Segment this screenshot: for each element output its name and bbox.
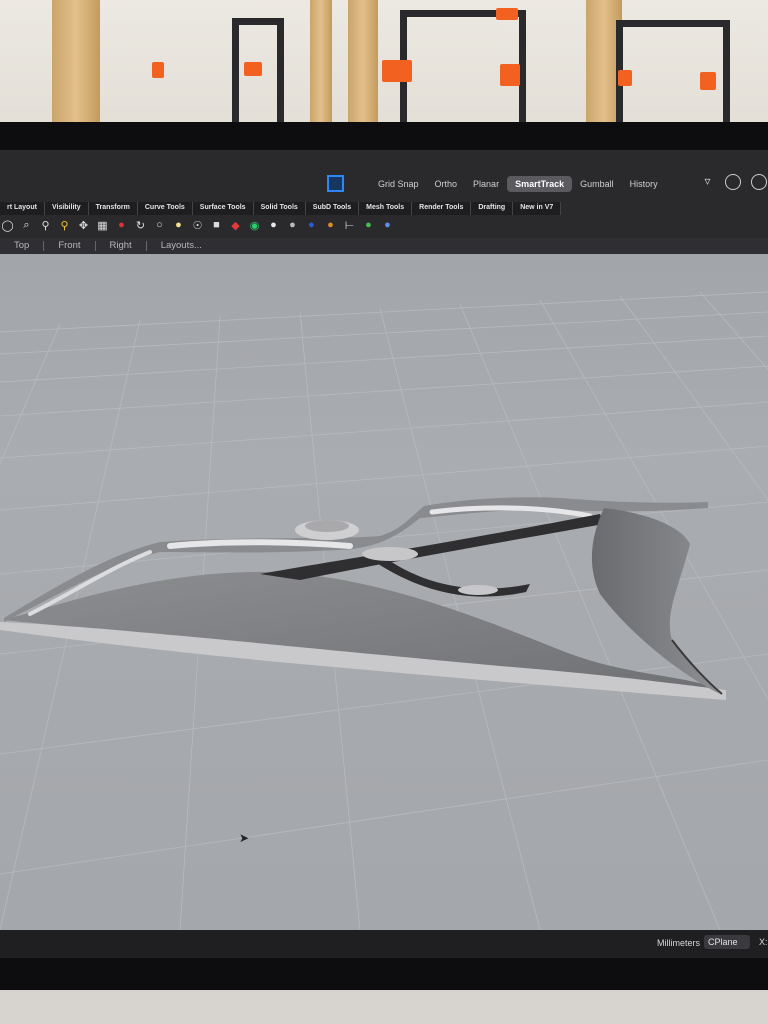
blue-sphere-icon[interactable]: ●	[304, 218, 319, 233]
toolbar-tabs: rt Layout Visibility Transform Curve Too…	[0, 202, 768, 215]
tab-new-in-v7[interactable]: New in V7	[513, 202, 562, 215]
tab-mesh-tools[interactable]: Mesh Tools	[359, 202, 413, 215]
wooden-beam	[52, 0, 100, 130]
viewport-canvas	[0, 291, 768, 930]
printer-part	[152, 62, 164, 78]
tab-transform[interactable]: Transform	[88, 202, 138, 215]
mouse-cursor-icon: ➤	[239, 831, 250, 845]
tab-layouts[interactable]: Layouts...	[147, 241, 216, 251]
tab-right[interactable]: Right	[96, 241, 147, 251]
desk-surface	[0, 990, 768, 1024]
car-icon[interactable]: ●	[114, 218, 129, 233]
pan-icon[interactable]: ✥	[76, 218, 91, 233]
tab-render-tools[interactable]: Render Tools	[412, 202, 472, 215]
record-icon[interactable]	[725, 174, 741, 190]
tab-front[interactable]: Front	[44, 241, 96, 251]
perspective-viewport[interactable]: ➤	[0, 254, 768, 930]
color-wheel-icon[interactable]: ◉	[247, 218, 262, 233]
rhino-window: Grid Snap Ortho Planar SmartTrack Gumbal…	[0, 150, 768, 958]
tab-visibility[interactable]: Visibility	[44, 202, 89, 215]
snap-toggles: Grid Snap Ortho Planar SmartTrack Gumbal…	[370, 170, 666, 198]
tab-top[interactable]: Top	[0, 241, 45, 251]
background-room	[0, 0, 768, 140]
tab-surface-tools[interactable]: Surface Tools	[192, 202, 254, 215]
grid-snap-toggle[interactable]: Grid Snap	[370, 176, 427, 192]
coord-x-label: X:	[759, 937, 768, 947]
lock-icon[interactable]: ■	[209, 218, 224, 233]
top-right-icons: ▿	[700, 174, 767, 190]
tool-icon-row: ◯ ⌕ ⚲ ⚲ ✥ ▦ ● ↻ ○ ● ☉ ■ ◆ ◉ ● ● ● ● ⊢ ● …	[0, 216, 768, 234]
zoom-icon[interactable]: ⚲	[57, 218, 72, 233]
check-icon[interactable]: ●	[361, 218, 376, 233]
gumball-toggle[interactable]: Gumball	[572, 176, 622, 192]
grid-viewport-icon[interactable]: ▦	[95, 218, 110, 233]
material-icon[interactable]: ◆	[228, 218, 243, 233]
history-toggle[interactable]: History	[622, 176, 666, 192]
light-icon[interactable]: ●	[171, 218, 186, 233]
tab-drafting[interactable]: Drafting	[471, 202, 514, 215]
zoom-window-icon[interactable]: ⚲	[38, 218, 53, 233]
printer-part	[496, 8, 518, 20]
cplane-dropdown[interactable]: CPlane	[704, 935, 750, 949]
smarttrack-toggle[interactable]: SmartTrack	[507, 176, 573, 192]
planar-toggle[interactable]: Planar	[465, 176, 507, 192]
circle-icon[interactable]: ◯	[0, 218, 15, 233]
help-icon[interactable]: ●	[380, 218, 395, 233]
bulb-icon[interactable]: ☉	[190, 218, 205, 233]
printer-part	[700, 72, 716, 90]
target-icon[interactable]	[751, 174, 767, 190]
printer-part	[618, 70, 632, 86]
render-sphere-icon[interactable]: ●	[285, 218, 300, 233]
wooden-beam	[348, 0, 378, 130]
orange-sphere-icon[interactable]: ●	[323, 218, 338, 233]
filter-icon[interactable]: ▿	[700, 174, 715, 189]
printer-part	[382, 60, 412, 82]
tab-curve-tools[interactable]: Curve Tools	[137, 202, 193, 215]
rotate-icon[interactable]: ↻	[133, 218, 148, 233]
top-toolbar: Grid Snap Ortho Planar SmartTrack Gumbal…	[0, 170, 768, 198]
printer-part	[244, 62, 262, 76]
tab-layout[interactable]: rt Layout	[0, 202, 45, 215]
tab-subd-tools[interactable]: SubD Tools	[305, 202, 360, 215]
tab-solid-tools[interactable]: Solid Tools	[253, 202, 306, 215]
viewport-tabs: Top Front Right Layouts...	[0, 238, 768, 254]
status-bar: Millimeters CPlane X:	[0, 930, 768, 958]
sphere-icon[interactable]: ●	[266, 218, 281, 233]
3d-model	[0, 497, 726, 700]
select-icon[interactable]: ○	[152, 218, 167, 233]
ortho-toggle[interactable]: Ortho	[427, 176, 466, 192]
layer-panel-icon[interactable]	[327, 175, 344, 192]
measure-icon[interactable]: ⊢	[342, 218, 357, 233]
zoom-extents-icon[interactable]: ⌕	[19, 218, 34, 233]
units-label[interactable]: Millimeters	[657, 938, 700, 948]
printer-part	[500, 64, 520, 86]
wooden-beam	[310, 0, 332, 130]
